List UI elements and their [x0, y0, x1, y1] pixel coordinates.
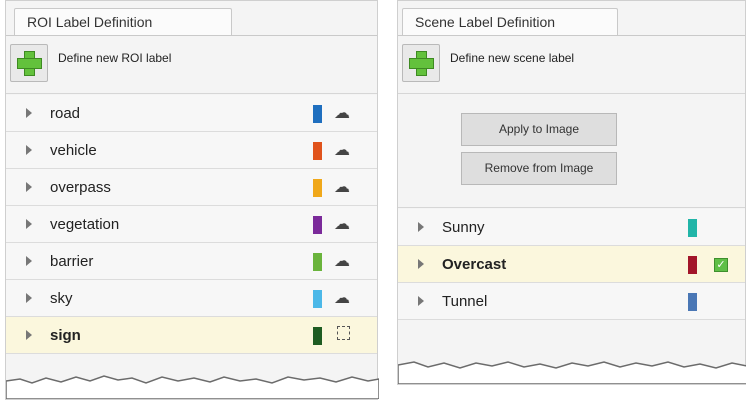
scene-label-name: Tunnel: [442, 293, 488, 310]
roi-label-name: road: [50, 105, 81, 122]
apply-to-image-button[interactable]: Apply to Image: [461, 113, 617, 146]
expand-triangle-icon[interactable]: [26, 293, 32, 303]
color-swatch: [688, 293, 697, 311]
expand-triangle-icon[interactable]: [26, 330, 32, 340]
roi-label-list: road ☁ vehicle ☁ overpass ☁ vegetation ☁…: [6, 95, 377, 354]
roi-label-name: sign: [50, 327, 81, 344]
roi-label-row[interactable]: vegetation ☁: [6, 206, 377, 243]
remove-from-image-button[interactable]: Remove from Image: [461, 152, 617, 185]
define-scene-label-row: Define new scene label: [398, 37, 745, 89]
edit-label-icon[interactable]: ☁: [334, 214, 350, 234]
roi-label-row[interactable]: vehicle ☁: [6, 132, 377, 169]
tab-divider: [398, 35, 745, 36]
color-swatch: [688, 256, 697, 274]
edit-label-icon[interactable]: ☁: [334, 177, 350, 197]
color-swatch: [313, 179, 322, 197]
roi-label-name: barrier: [50, 253, 94, 270]
edit-label-icon[interactable]: ☁: [334, 288, 350, 308]
scene-label-panel: Scene Label Definition Define new scene …: [397, 0, 746, 385]
scene-label-row[interactable]: Overcast ✓: [398, 246, 745, 283]
edit-label-icon[interactable]: ☁: [334, 251, 350, 271]
add-roi-label-button[interactable]: [10, 44, 48, 82]
scene-label-name: Overcast: [442, 256, 507, 273]
roi-label-row[interactable]: road ☁: [6, 95, 377, 132]
color-swatch: [313, 290, 322, 308]
define-roi-label-text: Define new ROI label: [58, 51, 172, 65]
expand-triangle-icon[interactable]: [418, 296, 424, 306]
color-swatch: [313, 253, 322, 271]
expand-triangle-icon[interactable]: [418, 222, 424, 232]
color-swatch: [313, 142, 322, 160]
define-scene-label-text: Define new scene label: [450, 51, 575, 65]
roi-label-name: sky: [50, 290, 73, 307]
applied-checkbox[interactable]: ✓: [714, 258, 728, 272]
scene-label-row[interactable]: Sunny: [398, 209, 745, 246]
scene-label-row[interactable]: Tunnel: [398, 283, 745, 320]
edit-label-icon[interactable]: ☁: [334, 140, 350, 160]
expand-triangle-icon[interactable]: [26, 182, 32, 192]
torn-edge-decoration: [398, 361, 746, 384]
add-scene-label-button[interactable]: [402, 44, 440, 82]
tab-roi-label-definition[interactable]: ROI Label Definition: [14, 8, 232, 36]
color-swatch: [313, 216, 322, 234]
tab-divider: [6, 35, 377, 36]
roi-label-name: overpass: [50, 179, 111, 196]
torn-edge-decoration: [6, 375, 379, 399]
roi-label-name: vehicle: [50, 142, 97, 159]
color-swatch: [688, 219, 697, 237]
expand-triangle-icon[interactable]: [418, 259, 424, 269]
expand-triangle-icon[interactable]: [26, 219, 32, 229]
expand-triangle-icon[interactable]: [26, 256, 32, 266]
roi-label-name: vegetation: [50, 216, 120, 233]
color-swatch: [313, 327, 322, 345]
roi-label-row[interactable]: sky ☁: [6, 280, 377, 317]
define-roi-label-row: Define new ROI label: [6, 37, 377, 89]
tab-scene-label-definition[interactable]: Scene Label Definition: [402, 8, 618, 36]
expand-triangle-icon[interactable]: [26, 145, 32, 155]
scene-label-name: Sunny: [442, 219, 485, 236]
scene-label-list: Sunny Overcast ✓ Tunnel: [398, 209, 745, 320]
rectangle-roi-icon[interactable]: [337, 326, 350, 340]
roi-label-row[interactable]: overpass ☁: [6, 169, 377, 206]
roi-label-row[interactable]: sign: [6, 317, 377, 354]
roi-label-row[interactable]: barrier ☁: [6, 243, 377, 280]
edit-label-icon[interactable]: ☁: [334, 103, 350, 123]
roi-label-panel: ROI Label Definition Define new ROI labe…: [5, 0, 379, 400]
color-swatch: [313, 105, 322, 123]
expand-triangle-icon[interactable]: [26, 108, 32, 118]
